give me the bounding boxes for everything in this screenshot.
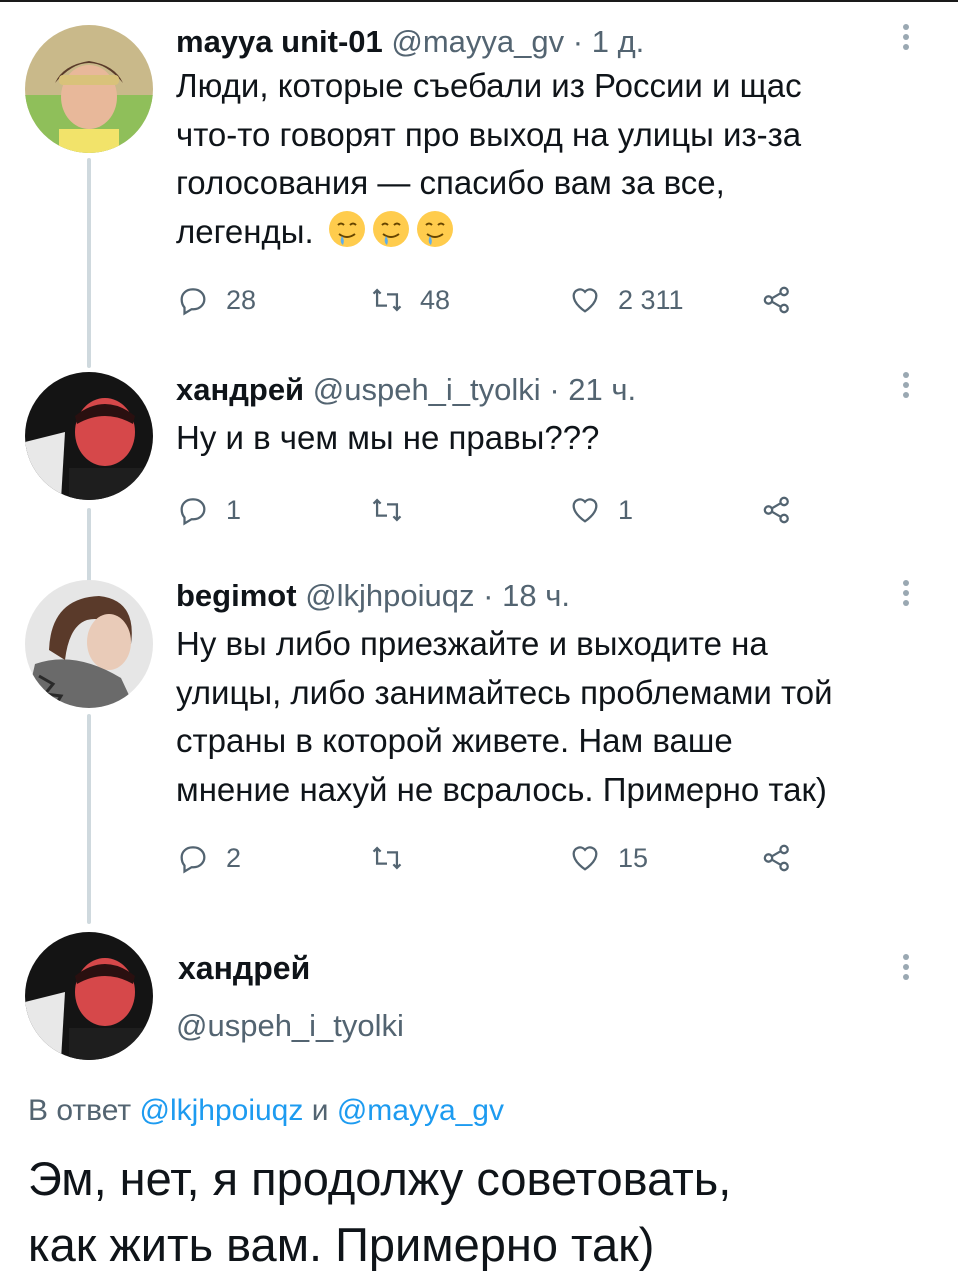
reply-count: 2 <box>226 842 242 873</box>
author-handle[interactable]: @lkjhpoiuqz <box>305 578 474 613</box>
retweet-button[interactable]: 48 <box>370 280 450 320</box>
reply-context: В ответ @lkjhpoiuqz и @mayya_gv <box>28 1094 504 1128</box>
author-handle[interactable]: @mayya_gv <box>391 24 564 59</box>
tweet-text-line: что-то говорят про выход на улицы из-за <box>176 115 802 153</box>
heart-icon <box>572 288 598 313</box>
share-button[interactable] <box>760 490 810 530</box>
share-button[interactable] <box>760 838 810 878</box>
tweet-text-fragment: легенды. <box>176 212 314 250</box>
speech-bubble-icon <box>180 288 206 316</box>
tweet-text-line: мнение нахуй не всралось. Примерно так) <box>176 770 827 808</box>
tweet-actions: 1 1 <box>176 490 826 530</box>
share-icon <box>763 496 789 524</box>
reply-button[interactable]: 1 <box>176 490 241 530</box>
tweet-text: Эм, нет, я продолжу советовать, как жить… <box>28 1146 731 1278</box>
like-button[interactable]: 2 311 <box>568 280 684 320</box>
separator-dot: · <box>549 372 560 407</box>
tweet-text-line: Люди, которые съебали из России и щас <box>176 67 802 104</box>
like-count: 15 <box>618 842 649 873</box>
reply-mention-link[interactable]: @lkjhpoiuqz <box>139 1094 303 1127</box>
separator-dot: · <box>572 24 584 59</box>
tweet-actions: 28 48 2 311 <box>176 280 826 320</box>
heart-icon <box>572 498 598 523</box>
like-count: 2 311 <box>618 284 684 315</box>
reply-button[interactable]: 2 <box>176 838 241 878</box>
heart-icon <box>572 846 598 871</box>
tweet-text-line: Ну вы либо приезжайте и выходите на <box>176 625 768 662</box>
retweet-button[interactable] <box>370 838 420 878</box>
tweet-text-line: голосования — спасибо вам за все, <box>176 164 725 201</box>
thread-line <box>87 508 91 586</box>
tweet-text-line: страны в которой живете. Нам ваше <box>176 722 733 759</box>
vertical-ellipsis-icon[interactable] <box>900 368 912 408</box>
like-count: 1 <box>618 494 634 525</box>
reply-and: и <box>311 1094 329 1127</box>
separator-dot: · <box>483 578 494 613</box>
speech-bubble-icon <box>180 498 206 526</box>
tweet-text-line: легенды. <box>176 208 802 257</box>
tweet-text-line: Ну и в чем мы не правы??? <box>176 419 600 456</box>
tweet-text-line: улицы, либо занимайтесь проблемами той <box>176 673 833 711</box>
tweet-text-line: как жить вам. Примерно так) <box>28 1218 655 1271</box>
tweet-text: Ну и в чем мы не правы??? <box>176 414 599 463</box>
vertical-ellipsis-icon[interactable] <box>900 576 912 616</box>
reply-count: 1 <box>226 494 242 525</box>
author-handle[interactable]: @uspeh_i_tyolki <box>313 372 541 407</box>
author-name[interactable]: хандрей <box>178 950 310 987</box>
author-name[interactable]: хандрей <box>176 372 304 407</box>
retweet-count: 48 <box>420 284 451 315</box>
tweet-actions: 2 15 <box>176 838 826 878</box>
share-icon <box>763 844 789 872</box>
author-handle[interactable]: @uspeh_i_tyolki <box>176 1008 404 1044</box>
share-button[interactable] <box>760 280 810 320</box>
thread-line <box>87 714 91 924</box>
tweet-text: Ну вы либо приезжайте и выходите на улиц… <box>176 620 833 814</box>
retweet-button[interactable] <box>370 490 420 530</box>
tweet-text: Люди, которые съебали из России и щас чт… <box>176 62 802 256</box>
vertical-ellipsis-icon[interactable] <box>900 950 912 990</box>
timestamp[interactable]: 1 д. <box>592 24 645 59</box>
like-button[interactable]: 15 <box>568 838 648 878</box>
author-name[interactable]: mayya unit-01 <box>176 24 383 59</box>
drooling-face-icon <box>372 210 409 247</box>
reply-count: 28 <box>226 284 257 315</box>
drooling-face-icon <box>328 210 365 247</box>
drooling-face-icon <box>416 210 453 247</box>
tweet-text-line: Эм, нет, я продолжу советовать, <box>28 1152 732 1205</box>
like-button[interactable]: 1 <box>568 490 633 530</box>
retweet-icon <box>372 846 402 870</box>
retweet-icon <box>372 498 402 522</box>
avatar[interactable] <box>25 25 153 153</box>
speech-bubble-icon <box>180 846 206 874</box>
share-icon <box>763 286 789 314</box>
reply-button[interactable]: 28 <box>176 280 256 320</box>
retweet-icon <box>372 288 402 312</box>
timestamp[interactable]: 21 ч. <box>568 372 636 407</box>
tweet[interactable]: mayya unit-01 @mayya_gv · 1 д. Люди, кот… <box>0 0 958 350</box>
reply-mention-link[interactable]: @mayya_gv <box>337 1094 504 1127</box>
avatar[interactable] <box>25 932 153 1060</box>
avatar[interactable] <box>25 372 153 500</box>
vertical-ellipsis-icon[interactable] <box>900 20 912 60</box>
timestamp[interactable]: 18 ч. <box>502 578 570 613</box>
author-name[interactable]: begimot <box>176 578 297 613</box>
reply-prefix: В ответ <box>28 1094 132 1127</box>
avatar[interactable] <box>25 580 153 708</box>
